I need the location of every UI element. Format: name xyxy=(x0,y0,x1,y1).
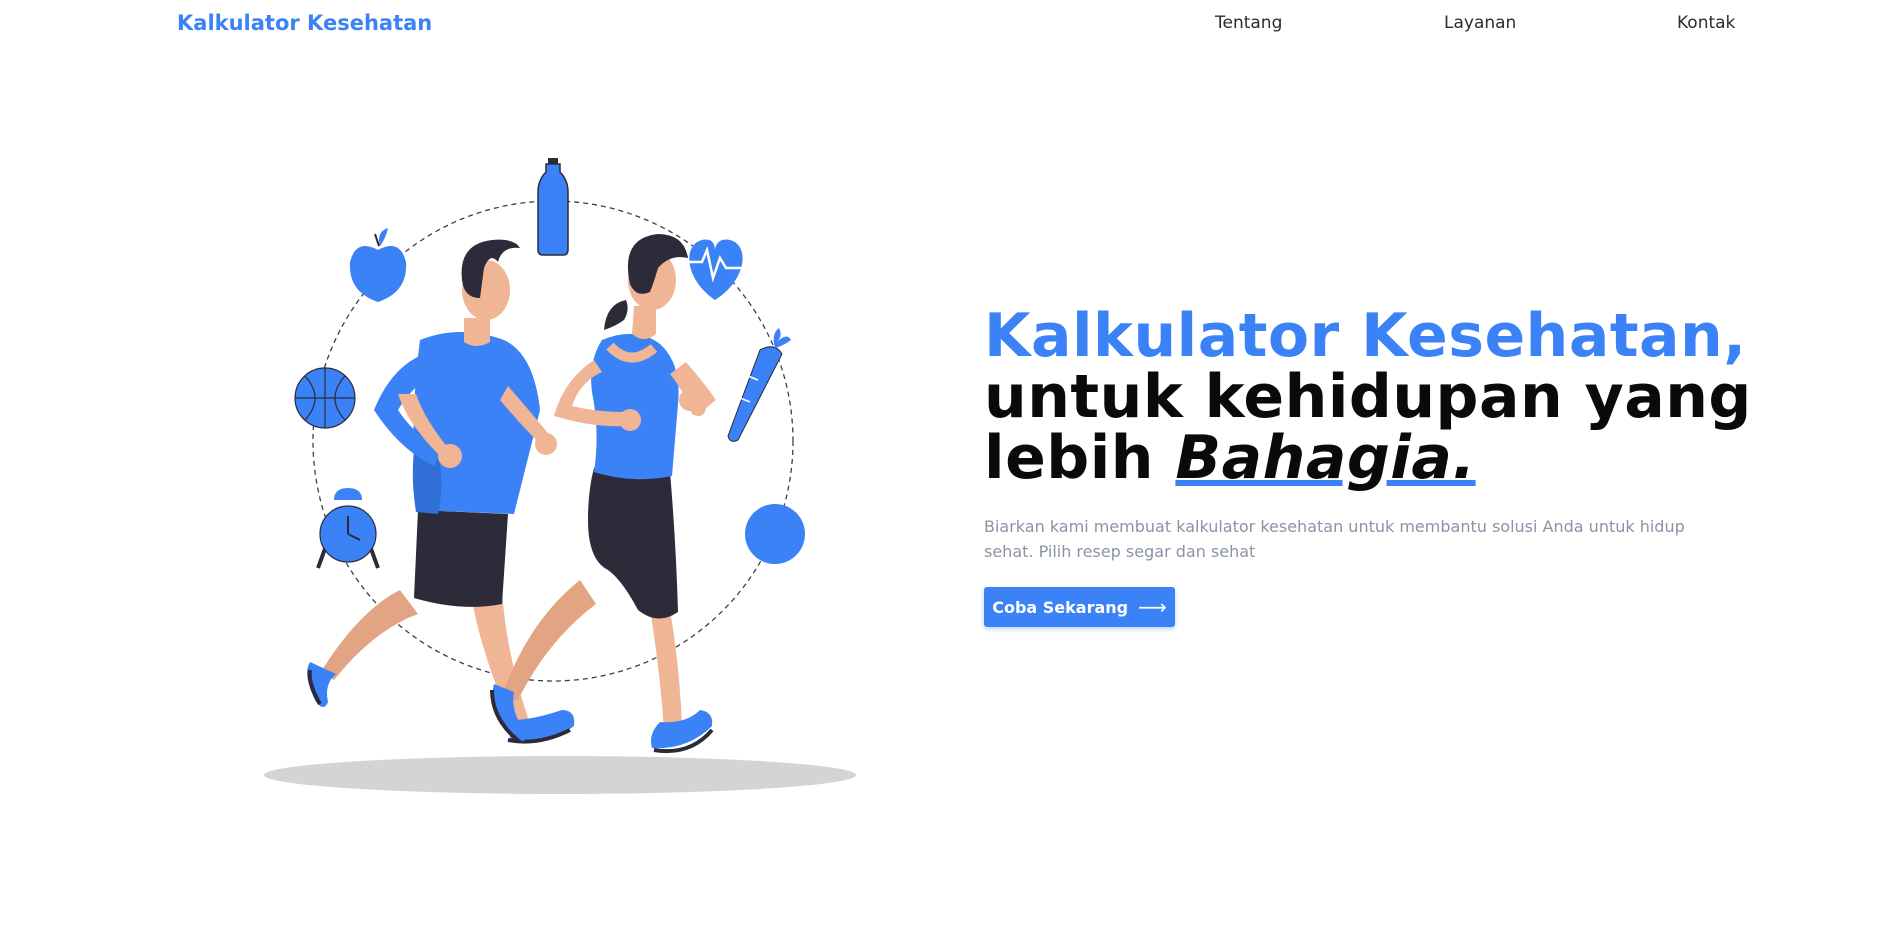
water-bottle-icon xyxy=(537,158,569,256)
nav-link-layanan[interactable]: Layanan xyxy=(1444,13,1516,33)
runners-illustration xyxy=(264,158,856,794)
try-now-button[interactable]: Coba Sekarang ⟶ xyxy=(984,587,1175,627)
landing-page: Kalkulator Kesehatan Tentang Layanan Kon… xyxy=(0,0,1895,925)
headline-line-3: lebih Bahagia. xyxy=(984,428,1752,489)
ground-shadow xyxy=(264,756,856,794)
brand-logo[interactable]: Kalkulator Kesehatan xyxy=(177,11,432,35)
headline-accent: Kalkulator Kesehatan, xyxy=(984,301,1747,371)
headline-emphasis: Bahagia. xyxy=(1175,423,1476,493)
headline-line-2: untuk kehidupan yang xyxy=(984,362,1752,432)
carrot-icon xyxy=(727,328,791,442)
female-runner-figure xyxy=(490,234,716,754)
arrow-right-icon: ⟶ xyxy=(1138,595,1167,619)
hero-headline: Kalkulator Kesehatan, untuk kehidupan ya… xyxy=(984,306,1752,489)
apple-icon xyxy=(349,228,407,302)
try-now-label: Coba Sekarang xyxy=(992,597,1129,617)
headline-line-3-prefix: lebih xyxy=(984,423,1176,493)
nav-link-tentang[interactable]: Tentang xyxy=(1215,13,1282,33)
alarm-clock-icon xyxy=(316,488,380,569)
heartbeat-icon xyxy=(686,239,746,300)
nav-link-kontak[interactable]: Kontak xyxy=(1677,13,1735,33)
hero-subtitle: Biarkan kami membuat kalkulator kesehata… xyxy=(984,517,1685,561)
basketball-icon xyxy=(294,367,356,429)
ball-icon xyxy=(745,504,805,564)
